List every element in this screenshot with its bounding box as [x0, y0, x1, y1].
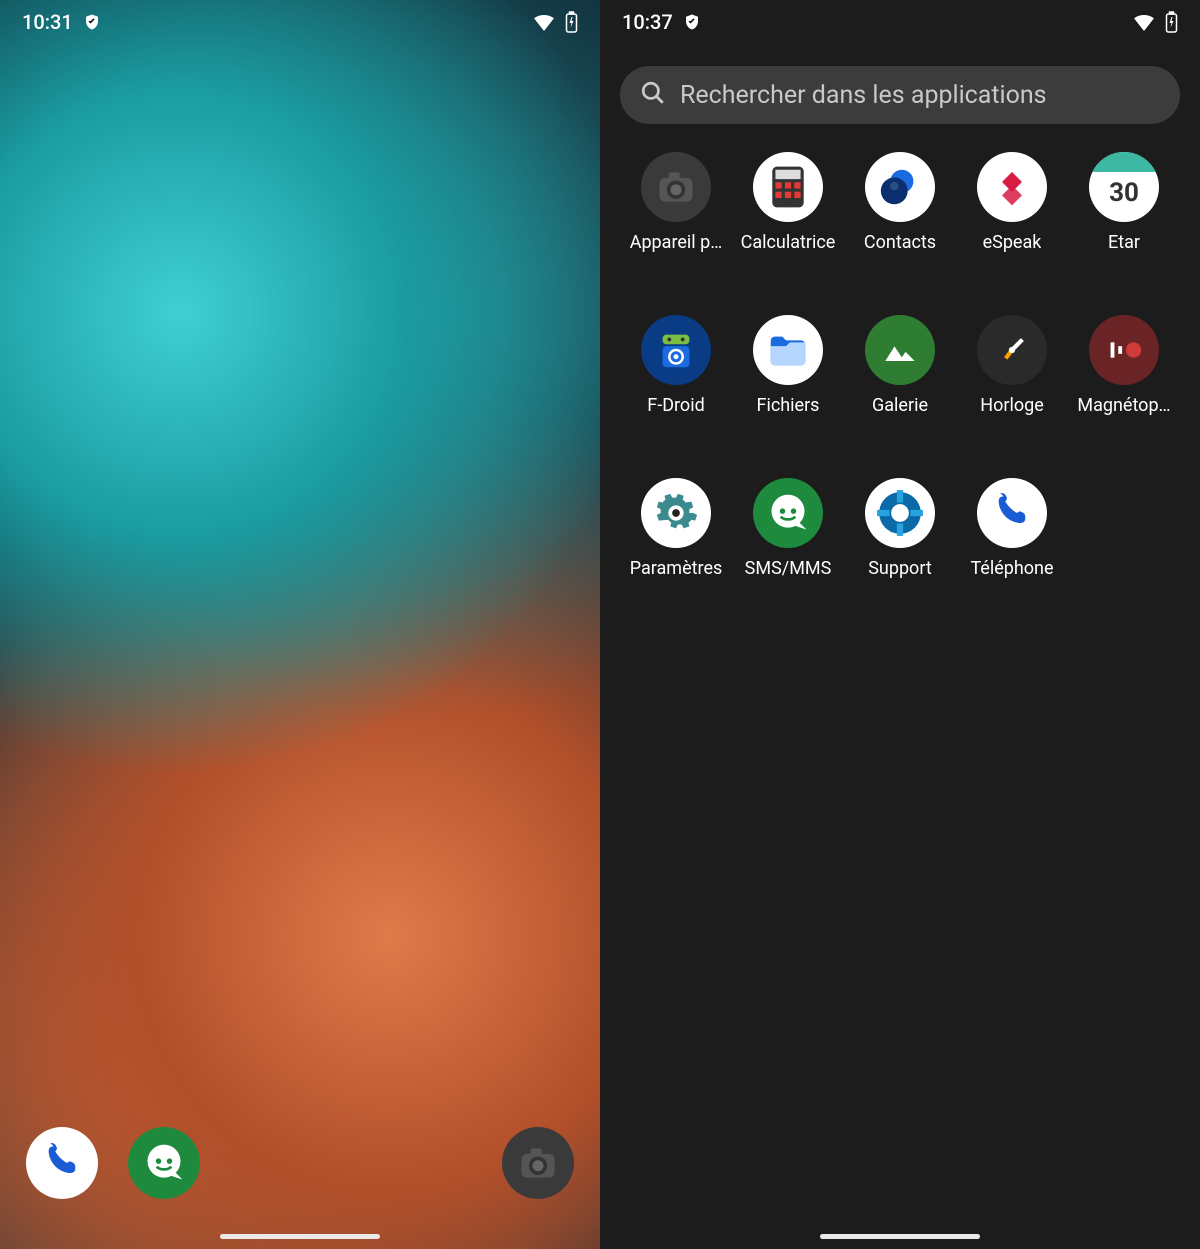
- app-grid: Appareil p… Calculatrice Contacts eSpeak…: [600, 138, 1200, 593]
- app-fdroid[interactable]: F-Droid: [620, 315, 732, 416]
- app-support[interactable]: Support: [844, 478, 956, 579]
- espeak-icon: [977, 152, 1047, 222]
- camera-icon: [641, 152, 711, 222]
- app-contacts[interactable]: Contacts: [844, 152, 956, 253]
- clock-icon: [977, 315, 1047, 385]
- gear-icon: [641, 478, 711, 548]
- camera-icon: [502, 1127, 574, 1199]
- app-files[interactable]: Fichiers: [732, 315, 844, 416]
- phone-icon: [26, 1127, 98, 1199]
- app-clock[interactable]: Horloge: [956, 315, 1068, 416]
- wifi-icon: [1133, 13, 1155, 31]
- app-calculator[interactable]: Calculatrice: [732, 152, 844, 253]
- home-dock: [0, 1127, 600, 1199]
- app-label: Galerie: [872, 395, 928, 416]
- app-espeak[interactable]: eSpeak: [956, 152, 1068, 253]
- app-label: Téléphone: [970, 558, 1053, 579]
- dock-app-sms[interactable]: [128, 1127, 200, 1199]
- search-icon: [640, 80, 666, 110]
- search-placeholder: Rechercher dans les applications: [680, 81, 1047, 110]
- phone-icon: [977, 478, 1047, 548]
- status-time: 10:37: [622, 10, 673, 34]
- calculator-icon: [753, 152, 823, 222]
- calendar-icon: 30: [1089, 152, 1159, 222]
- status-bar: 10:31: [0, 0, 600, 40]
- app-label: Etar: [1108, 232, 1140, 253]
- shield-icon: [683, 13, 701, 31]
- app-label: Horloge: [980, 395, 1044, 416]
- app-settings[interactable]: Paramètres: [620, 478, 732, 579]
- folder-icon: [753, 315, 823, 385]
- status-time: 10:31: [22, 10, 73, 34]
- app-recorder[interactable]: Magnétop…: [1068, 315, 1180, 416]
- dock-app-camera[interactable]: [502, 1127, 574, 1199]
- app-label: Support: [868, 558, 932, 579]
- sms-icon: [128, 1127, 200, 1199]
- recorder-icon: [1089, 315, 1159, 385]
- app-label: SMS/MMS: [745, 558, 832, 579]
- app-label: F-Droid: [647, 395, 704, 416]
- app-label: Magnétop…: [1077, 395, 1170, 416]
- home-screen[interactable]: 10:31: [0, 0, 600, 1249]
- lifebuoy-icon: [865, 478, 935, 548]
- app-label: Fichiers: [757, 395, 820, 416]
- app-etar[interactable]: 30 Etar: [1068, 152, 1180, 253]
- app-label: Calculatrice: [741, 232, 836, 253]
- app-sms[interactable]: SMS/MMS: [732, 478, 844, 579]
- gallery-icon: [865, 315, 935, 385]
- fdroid-icon: [641, 315, 711, 385]
- dock-app-phone[interactable]: [26, 1127, 98, 1199]
- battery-charging-icon: [565, 11, 578, 33]
- app-camera[interactable]: Appareil p…: [620, 152, 732, 253]
- wifi-icon: [533, 13, 555, 31]
- app-label: Contacts: [864, 232, 936, 253]
- sms-icon: [753, 478, 823, 548]
- status-bar: 10:37: [600, 0, 1200, 40]
- app-phone[interactable]: Téléphone: [956, 478, 1068, 579]
- contacts-icon: [865, 152, 935, 222]
- app-drawer-screen[interactable]: 10:37 Rechercher dans les applications A…: [600, 0, 1200, 1249]
- app-label: Paramètres: [630, 558, 723, 579]
- battery-charging-icon: [1165, 11, 1178, 33]
- app-gallery[interactable]: Galerie: [844, 315, 956, 416]
- search-input[interactable]: Rechercher dans les applications: [620, 66, 1180, 124]
- shield-icon: [83, 13, 101, 31]
- app-label: eSpeak: [983, 232, 1042, 253]
- nav-bar-pill[interactable]: [820, 1234, 980, 1239]
- nav-bar-pill[interactable]: [220, 1234, 380, 1239]
- app-label: Appareil p…: [630, 232, 723, 253]
